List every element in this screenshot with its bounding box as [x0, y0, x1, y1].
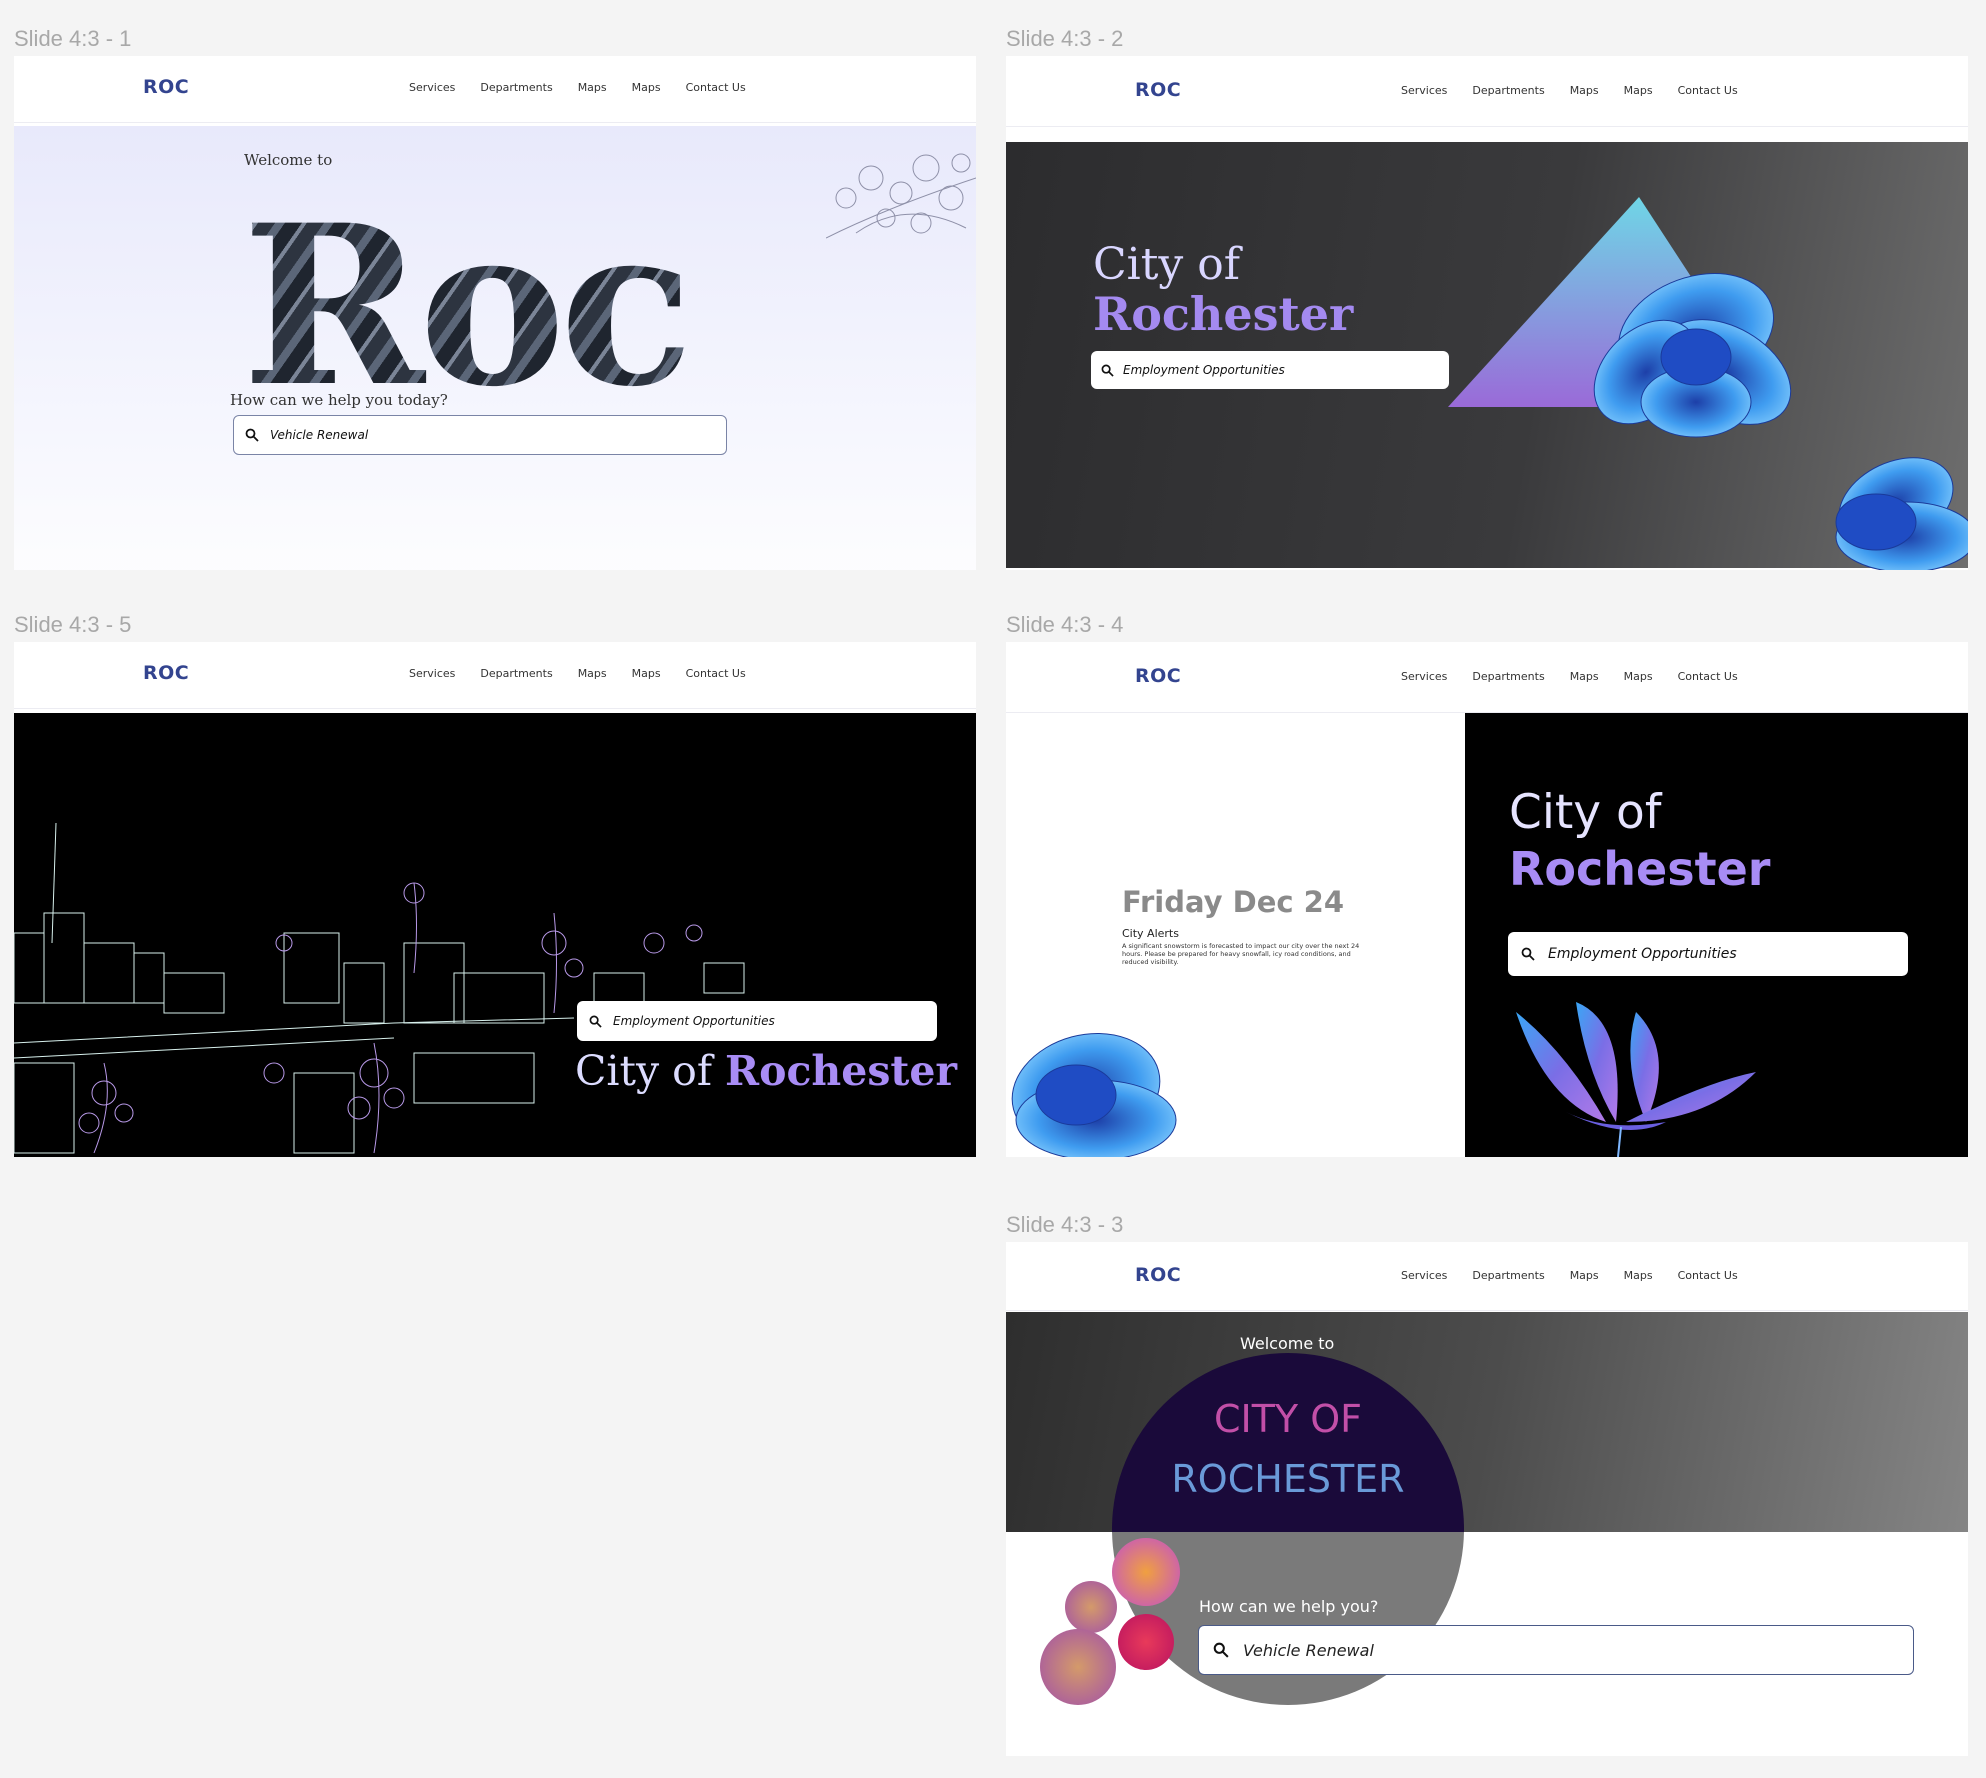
nav-item-maps[interactable]: Maps [1570, 670, 1599, 683]
top-nav: ROC Services Departments Maps Maps Conta… [1006, 642, 1968, 713]
frame-label-slide-2: Slide 4:3 - 2 [1006, 26, 1124, 51]
logo[interactable]: ROC [1135, 79, 1181, 101]
search-bar[interactable]: Employment Opportunities [577, 1001, 937, 1041]
nav-item-maps-2[interactable]: Maps [632, 81, 661, 94]
search-icon [1508, 947, 1548, 961]
nav-item-maps-2[interactable]: Maps [1624, 670, 1653, 683]
blue-flower-illustration [1011, 1032, 1177, 1157]
hero-title-prefix: City of [575, 1047, 726, 1095]
search-bar[interactable]: Employment Opportunities [1091, 351, 1449, 389]
nav-item-contact-us[interactable]: Contact Us [1678, 84, 1738, 97]
top-nav: ROC Services Departments Maps Maps Conta… [14, 56, 976, 123]
search-input[interactable]: Employment Opportunities [1123, 363, 1285, 377]
nav-item-maps-2[interactable]: Maps [632, 667, 661, 680]
search-icon [577, 1015, 613, 1028]
frame-label-slide-5: Slide 4:3 - 5 [14, 612, 132, 637]
search-icon [1091, 364, 1123, 377]
slide-4-frame[interactable]: ROC Services Departments Maps Maps Conta… [1006, 642, 1968, 1157]
search-icon [234, 428, 270, 442]
nav-item-maps-2[interactable]: Maps [1624, 84, 1653, 97]
welcome-text: Welcome to [1240, 1334, 1335, 1353]
logo[interactable]: ROC [143, 662, 189, 684]
nav-item-maps[interactable]: Maps [578, 81, 607, 94]
hero-title-line2: ROCHESTER [1171, 1457, 1405, 1501]
top-nav: ROC Services Departments Maps Maps Conta… [14, 642, 976, 709]
slide-3-frame[interactable]: ROC Services Departments Maps Maps Conta… [1006, 1242, 1968, 1756]
hero-title-line2: Rochester [1509, 842, 1771, 896]
search-bar[interactable]: Employment Opportunities [1508, 932, 1908, 976]
nav-item-maps[interactable]: Maps [1570, 84, 1599, 97]
nav-menu: Services Departments Maps Maps Contact U… [1401, 84, 1738, 97]
nav-item-contact-us[interactable]: Contact Us [686, 81, 746, 94]
hero-title-line1: City of [1509, 785, 1662, 840]
search-bar[interactable]: Vehicle Renewal [233, 415, 727, 455]
hero-title-line1: City of [1093, 239, 1241, 290]
nav-item-services[interactable]: Services [409, 81, 455, 94]
frame-label-slide-1: Slide 4:3 - 1 [14, 26, 132, 51]
nav-item-services[interactable]: Services [409, 667, 455, 680]
date-heading: Friday Dec 24 [1122, 885, 1345, 919]
hero-title-line1: CITY OF [1213, 1397, 1362, 1441]
logo[interactable]: ROC [1135, 665, 1181, 687]
nav-item-contact-us[interactable]: Contact Us [686, 667, 746, 680]
help-prompt: How can we help you? [1199, 1597, 1379, 1616]
nav-item-departments[interactable]: Departments [1472, 670, 1544, 683]
hero-title-accent: Rochester [725, 1047, 958, 1095]
alerts-body: A significant snowstorm is forecasted to… [1122, 942, 1360, 966]
search-bar[interactable]: Vehicle Renewal [1198, 1625, 1914, 1675]
search-input[interactable]: Vehicle Renewal [270, 428, 368, 442]
frame-label-slide-3: Slide 4:3 - 3 [1006, 1212, 1124, 1237]
nav-item-departments[interactable]: Departments [480, 667, 552, 680]
hero-title-line2: Rochester [1093, 287, 1354, 341]
alerts-title: City Alerts [1122, 927, 1179, 940]
floral-sketch-illustration [826, 153, 976, 239]
search-input[interactable]: Employment Opportunities [613, 1014, 775, 1028]
nav-item-contact-us[interactable]: Contact Us [1678, 670, 1738, 683]
nav-menu: Services Departments Maps Maps Contact U… [1401, 670, 1738, 683]
nav-menu: Services Departments Maps Maps Contact U… [409, 81, 746, 94]
search-input[interactable]: Vehicle Renewal [1243, 1641, 1374, 1660]
help-prompt: How can we help you today? [230, 391, 448, 409]
search-icon [1199, 1642, 1243, 1658]
nav-item-services[interactable]: Services [1401, 84, 1447, 97]
slide-2-frame[interactable]: ROC Services Departments Maps Maps Conta… [1006, 56, 1968, 570]
nav-item-departments[interactable]: Departments [480, 81, 552, 94]
nav-item-maps[interactable]: Maps [578, 667, 607, 680]
slide-1-frame[interactable]: ROC Services Departments Maps Maps Conta… [14, 56, 976, 570]
logo[interactable]: ROC [143, 76, 189, 98]
nav-item-departments[interactable]: Departments [1472, 84, 1544, 97]
nav-menu: Services Departments Maps Maps Contact U… [409, 667, 746, 680]
nav-item-services[interactable]: Services [1401, 670, 1447, 683]
top-nav: ROC Services Departments Maps Maps Conta… [1006, 56, 1968, 127]
slide-5-frame[interactable]: ROC Services Departments Maps Maps Conta… [14, 642, 976, 1157]
frame-label-slide-4: Slide 4:3 - 4 [1006, 612, 1124, 637]
hero-title: City of Rochester [575, 1047, 957, 1095]
welcome-text: Welcome to [244, 151, 333, 169]
tulip-flower-illustration [1516, 1002, 1756, 1157]
search-input[interactable]: Employment Opportunities [1548, 946, 1737, 962]
